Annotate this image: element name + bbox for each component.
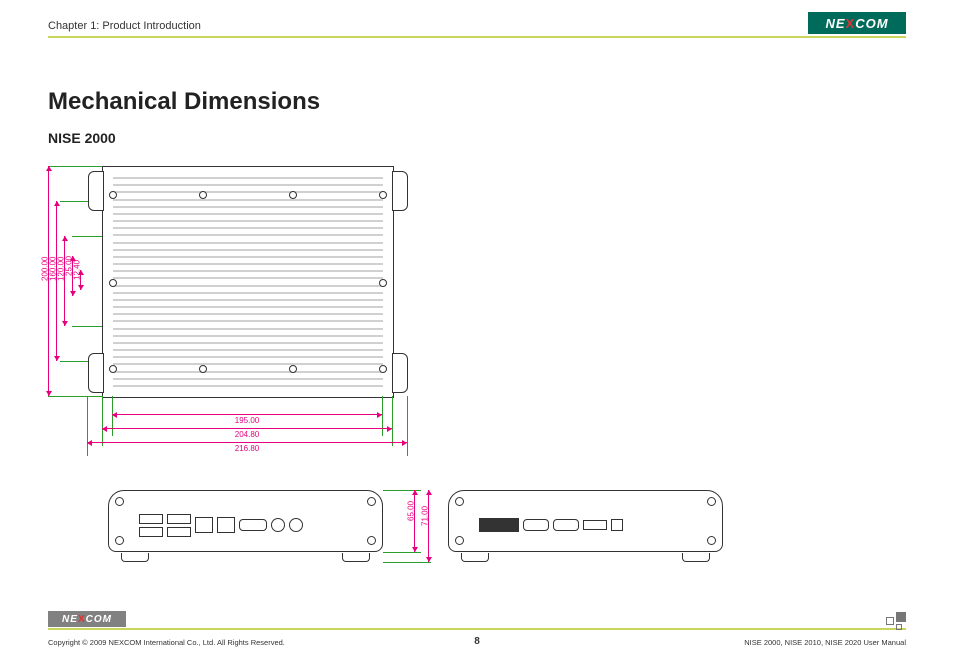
dim-h-216: 216.80 [235,444,259,453]
dim-h-204: 204.80 [235,430,259,439]
content-area: Mechanical Dimensions NISE 2000 200.00 1… [48,88,906,612]
brand-text-tail: COM [855,16,888,31]
device-front-view [108,490,383,562]
brand-logo-bottom: NEXCOM [48,611,126,627]
chapter-label: Chapter 1: Product Introduction [48,20,201,32]
brand-text-x: X [846,16,856,31]
copyright-text: Copyright © 2009 NEXCOM International Co… [48,638,285,647]
dim-v-12: 12.40 [73,260,82,280]
brand-text-x: X [78,614,86,625]
brand-logo-top: NEXCOM [808,12,906,34]
brand-text-tail: COM [86,614,112,625]
dim-h-195: 195.00 [235,416,259,425]
mechanical-drawing: 200.00 160.00 120.00 25.00 12.40 [48,156,748,576]
page-title: Mechanical Dimensions [48,88,906,116]
brand-text-pre: NE [62,614,78,625]
model-subtitle: NISE 2000 [48,130,906,146]
device-top-view [102,166,394,398]
page-number: 8 [474,636,480,647]
dim-side-71: 71.00 [421,506,430,526]
brand-text-pre: NE [825,16,845,31]
page-footer: NEXCOM Copyright © 2009 NEXCOM Internati… [48,628,906,658]
dim-side-65: 65.00 [407,501,416,521]
device-rear-view [448,490,723,562]
manual-reference: NISE 2000, NISE 2010, NISE 2020 User Man… [744,638,906,647]
page-header: Chapter 1: Product Introduction NEXCOM [48,10,906,38]
footer-deco-icon [884,612,906,630]
